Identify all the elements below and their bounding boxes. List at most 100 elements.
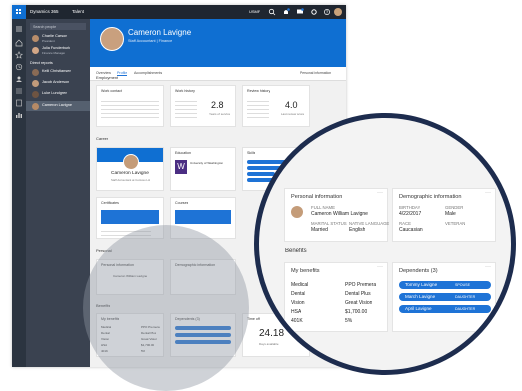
benefit-value: PPO Premera: [345, 282, 377, 288]
nav-report-2[interactable]: Jacob Anderson: [30, 79, 88, 88]
skill-pill[interactable]: [247, 172, 275, 176]
career-subtitle: Staff Accountant at Contoso Ltd: [111, 178, 151, 182]
race-value: Caucasian: [399, 227, 423, 233]
certificates-chart: [101, 210, 159, 224]
profile-name: Cameron Lavigne: [128, 28, 192, 37]
profile-subtitle: Staff Accountant | Finance: [128, 39, 173, 43]
dependent-name: Tommy Lavigne: [405, 282, 438, 287]
benefit-value: 5%: [345, 318, 353, 324]
card-title: Demographic information: [399, 194, 462, 200]
gear-icon[interactable]: [310, 8, 318, 16]
document-icon[interactable]: [15, 99, 23, 107]
dependent-pill[interactable]: Tommy Lavigne SPOUSE: [399, 281, 491, 289]
brand-label[interactable]: Dynamics 365: [30, 9, 59, 14]
nav-report-1[interactable]: Kelli Christiansen: [30, 68, 88, 77]
avatar: [32, 47, 39, 54]
dependent-pill[interactable]: April Lavigne DAUGHTER: [399, 305, 491, 313]
veteran-label: VETERAN: [445, 221, 466, 226]
dependent-name: April Lavigne: [405, 306, 432, 311]
card-title: Certificates: [101, 201, 119, 205]
chat-icon[interactable]: [296, 8, 304, 16]
work-history-card[interactable]: Work history 2.8 Years of service: [170, 85, 236, 127]
card-title: My benefits: [291, 268, 320, 274]
nav-person-2[interactable]: Julia Funderburk Finance Manager: [30, 46, 88, 56]
report-name: Luke Lundgren: [42, 91, 68, 95]
more-options-icon[interactable]: ···: [485, 190, 491, 196]
search-placeholder: Search people: [33, 24, 57, 29]
user-avatar[interactable]: [334, 8, 342, 16]
benefits-section-title: Benefits: [285, 248, 307, 254]
dependent-relation: DAUGHTER: [455, 307, 476, 311]
people-icon[interactable]: [15, 75, 23, 83]
home-icon[interactable]: [15, 39, 23, 47]
birthday-value: 4/22/2017: [399, 211, 422, 217]
benefit-label: HSA: [291, 309, 302, 315]
work-contact-card[interactable]: Work contact: [96, 85, 164, 127]
dependents-card[interactable]: Dependents (3) ··· Tommy Lavigne SPOUSE …: [392, 262, 496, 332]
module-label[interactable]: Talent: [72, 9, 84, 14]
search-icon[interactable]: [268, 8, 276, 16]
magnifier-shadow-circle: [83, 225, 249, 391]
top-bar: Dynamics 365 Talent USMF ?: [12, 5, 346, 19]
magnifier-lens: Personal information ··· FULL NAME Camer…: [254, 113, 516, 375]
gender-value: Male: [445, 211, 456, 217]
benefit-value: Great Vision: [345, 300, 373, 306]
benefit-label: Vision: [291, 300, 305, 306]
report-name: Jacob Anderson: [42, 80, 70, 84]
avatar: [291, 206, 303, 218]
native-language-label: NATIVE LANGUAGE: [349, 221, 390, 226]
report-name: Cameron Lavigne: [42, 103, 72, 107]
marital-status-value: Married: [311, 227, 328, 233]
clock-icon[interactable]: [15, 63, 23, 71]
personal-information-link[interactable]: Personal information: [300, 71, 331, 75]
list-icon[interactable]: [15, 87, 23, 95]
race-label: RACE: [399, 221, 411, 226]
avatar: [32, 80, 39, 87]
career-profile-card[interactable]: Cameron Lavigne Staff Accountant at Cont…: [96, 147, 164, 191]
benefit-value: Dental Plus: [345, 291, 371, 297]
employment-section-title: Employment: [96, 75, 119, 80]
bell-icon[interactable]: [282, 8, 290, 16]
tab-profile[interactable]: Profile: [117, 71, 128, 76]
company-label[interactable]: USMF: [249, 9, 260, 14]
benefit-value: $1,700.00: [345, 309, 368, 315]
people-search-input[interactable]: Search people: [30, 23, 86, 30]
benefit-label: Dental: [291, 291, 306, 297]
dependent-relation: SPOUSE: [455, 283, 470, 287]
benefit-label: 401K: [291, 318, 303, 324]
education-card[interactable]: Education W University of Washington: [170, 147, 236, 191]
more-options-icon[interactable]: ···: [485, 264, 491, 270]
my-benefits-card[interactable]: My benefits ··· Medical PPO Premera Dent…: [284, 262, 388, 332]
dependent-pill[interactable]: March Lavigne DAUGHTER: [399, 293, 491, 301]
app-launcher-icon[interactable]: [12, 5, 26, 19]
person-name: Charlie Carson: [42, 34, 68, 38]
birthday-label: BIRTHDAY: [399, 205, 421, 210]
help-icon[interactable]: ?: [323, 8, 331, 16]
person-title: President: [42, 38, 55, 43]
marital-status-label: MARITAL STATUS: [311, 221, 347, 226]
card-title: Work contact: [101, 89, 122, 93]
chart-icon[interactable]: [15, 111, 23, 119]
personal-information-card[interactable]: Personal information ··· FULL NAME Camer…: [284, 188, 390, 242]
profile-header: Cameron Lavigne Staff Accountant | Finan…: [90, 19, 346, 67]
demographic-information-card[interactable]: Demographic information ··· BIRTHDAY 4/2…: [392, 188, 496, 242]
full-name-value: Cameron William Lavigne: [311, 211, 368, 217]
direct-reports-heading: Direct reports: [30, 61, 53, 65]
avatar: [32, 102, 39, 110]
person-title: Finance Manager: [42, 50, 66, 55]
avatar: [32, 69, 39, 76]
star-icon[interactable]: [15, 51, 23, 59]
review-history-card[interactable]: Review history 4.0 Last review score: [242, 85, 310, 127]
nav-person-1[interactable]: Charlie Carson President: [30, 34, 88, 44]
tab-accomplishments[interactable]: Accomplishments: [134, 71, 162, 75]
university-logo: W: [175, 160, 187, 174]
hamburger-icon[interactable]: [15, 25, 23, 33]
nav-report-3[interactable]: Luke Lundgren: [30, 90, 88, 99]
more-options-icon[interactable]: ···: [377, 264, 383, 270]
more-options-icon[interactable]: ···: [377, 190, 383, 196]
nav-report-selected[interactable]: Cameron Lavigne: [26, 101, 90, 111]
profile-avatar: [100, 27, 124, 51]
years-of-service-caption: Years of service: [209, 112, 231, 116]
person-name: Julia Funderburk: [42, 46, 71, 50]
avatar: [32, 35, 39, 42]
